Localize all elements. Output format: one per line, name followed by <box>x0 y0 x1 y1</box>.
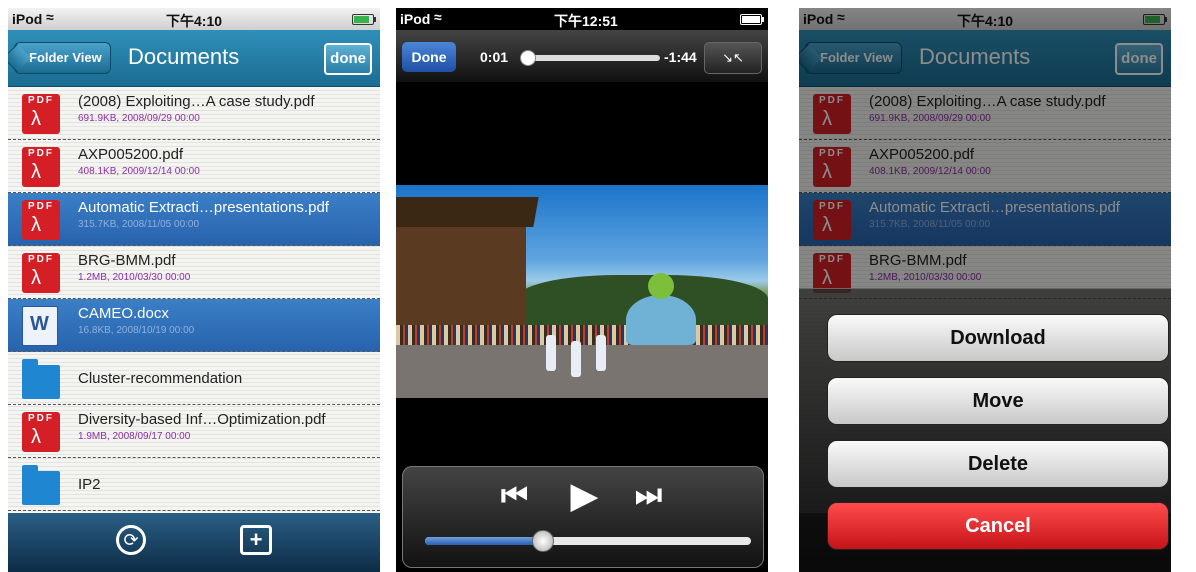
folder-row[interactable]: Cluster-recommendation <box>8 352 380 405</box>
folder-row[interactable]: IP2 <box>8 458 380 511</box>
new-folder-icon[interactable]: + <box>240 525 272 555</box>
file-name: (2008) Exploiting…A case study.pdf <box>78 93 315 110</box>
file-row[interactable]: PDF λ Diversity-based Inf…Optimization.pd… <box>8 405 380 458</box>
pdf-file-icon: PDF λ <box>22 412 60 452</box>
pdf-file-icon: PDF λ <box>22 147 60 187</box>
battery-icon <box>740 14 764 25</box>
file-name: CAMEO.docx <box>78 305 169 322</box>
folder-icon <box>22 359 60 399</box>
phone-screen-file-list: iPod ≈ 下午4:10 Folder View Documents done… <box>8 8 380 572</box>
player-top-bar: Done 0:01 -1:44 ↘↖ <box>396 30 768 82</box>
page-title: Documents <box>128 44 240 69</box>
file-row[interactable]: PDF λ (2008) Exploiting…A case study.pdf … <box>8 87 380 140</box>
file-meta: 315.7KB, 2008/11/05 00:00 <box>78 219 200 230</box>
phone-screen-action-sheet: iPod ≈ 下午4:10 Folder View Documents done… <box>799 8 1171 572</box>
next-track-icon[interactable]: ⏭ <box>635 481 662 511</box>
remaining-time: -1:44 <box>664 49 697 65</box>
delete-button[interactable]: Delete <box>827 440 1169 488</box>
playback-controls: ⏮ ▶ ⏭ <box>402 466 764 568</box>
action-sheet: Download Move Delete Cancel <box>799 288 1171 572</box>
file-row-selected[interactable]: PDF λ Automatic Extracti…presentations.pd… <box>8 193 380 246</box>
pdf-file-icon: PDF λ <box>22 94 60 134</box>
folder-icon <box>22 465 60 505</box>
move-button[interactable]: Move <box>827 377 1169 425</box>
file-name: AXP005200.pdf <box>78 146 184 163</box>
elapsed-time: 0:01 <box>480 49 509 65</box>
file-meta: 1.9MB, 2008/09/17 00:00 <box>78 431 191 442</box>
file-list: PDF λ (2008) Exploiting…A case study.pdf … <box>8 87 380 513</box>
clock: 下午4:10 <box>166 13 223 29</box>
cancel-button[interactable]: Cancel <box>827 502 1169 550</box>
file-meta: 16.8KB, 2008/10/19 00:00 <box>78 325 195 336</box>
scrubber-knob[interactable] <box>520 50 536 66</box>
player-done-button[interactable]: Done <box>402 42 456 72</box>
pdf-file-icon: PDF λ <box>22 253 60 293</box>
word-file-icon: W <box>22 306 58 346</box>
wifi-icon: ≈ <box>46 9 54 25</box>
pdf-file-icon: PDF λ <box>22 200 60 240</box>
carrier-label: iPod <box>400 11 431 27</box>
bottom-toolbar: ⟳ + <box>8 513 380 572</box>
volume-slider[interactable] <box>425 530 751 552</box>
carrier-label: iPod <box>12 11 43 27</box>
folder-name: IP2 <box>78 476 101 493</box>
file-row[interactable]: PDF λ AXP005200.pdf 408.1KB, 2009/12/14 0… <box>8 140 380 193</box>
done-button[interactable]: done <box>324 43 372 75</box>
volume-fill <box>425 537 543 545</box>
play-icon[interactable]: ▶ <box>571 479 597 513</box>
volume-knob[interactable] <box>532 530 555 552</box>
status-bar: iPod ≈ 下午4:10 <box>8 8 380 30</box>
clock: 下午12:51 <box>554 13 618 29</box>
file-meta: 408.1KB, 2009/12/14 00:00 <box>78 166 200 177</box>
status-bar: iPod ≈ 下午12:51 <box>396 8 768 30</box>
file-row[interactable]: PDF λ BRG-BMM.pdf 1.2MB, 2010/03/30 00:00 <box>8 246 380 299</box>
wifi-icon: ≈ <box>434 9 442 25</box>
file-meta: 691.9KB, 2008/09/29 00:00 <box>78 113 200 124</box>
battery-icon <box>352 14 376 25</box>
folder-name: Cluster-recommendation <box>78 370 243 387</box>
scrubber-track[interactable] <box>520 55 660 61</box>
file-name: BRG-BMM.pdf <box>78 252 176 269</box>
file-name: Automatic Extracti…presentations.pdf <box>78 199 329 216</box>
video-frame[interactable] <box>396 185 768 398</box>
file-row-selected[interactable]: W CAMEO.docx 16.8KB, 2008/10/19 00:00 <box>8 299 380 352</box>
previous-track-icon[interactable]: ⏮ <box>501 481 528 511</box>
folder-view-back-button[interactable]: Folder View <box>14 42 111 74</box>
download-button[interactable]: Download <box>827 314 1169 362</box>
navigation-bar: Folder View Documents done <box>8 30 380 87</box>
phone-screen-video-player: iPod ≈ 下午12:51 Done 0:01 -1:44 ↘↖ ⏮ ▶ ⏭ <box>396 8 768 572</box>
fullscreen-toggle-icon[interactable]: ↘↖ <box>704 42 762 74</box>
refresh-icon[interactable]: ⟳ <box>116 525 146 555</box>
file-meta: 1.2MB, 2010/03/30 00:00 <box>78 272 191 283</box>
file-name: Diversity-based Inf…Optimization.pdf <box>78 411 326 428</box>
